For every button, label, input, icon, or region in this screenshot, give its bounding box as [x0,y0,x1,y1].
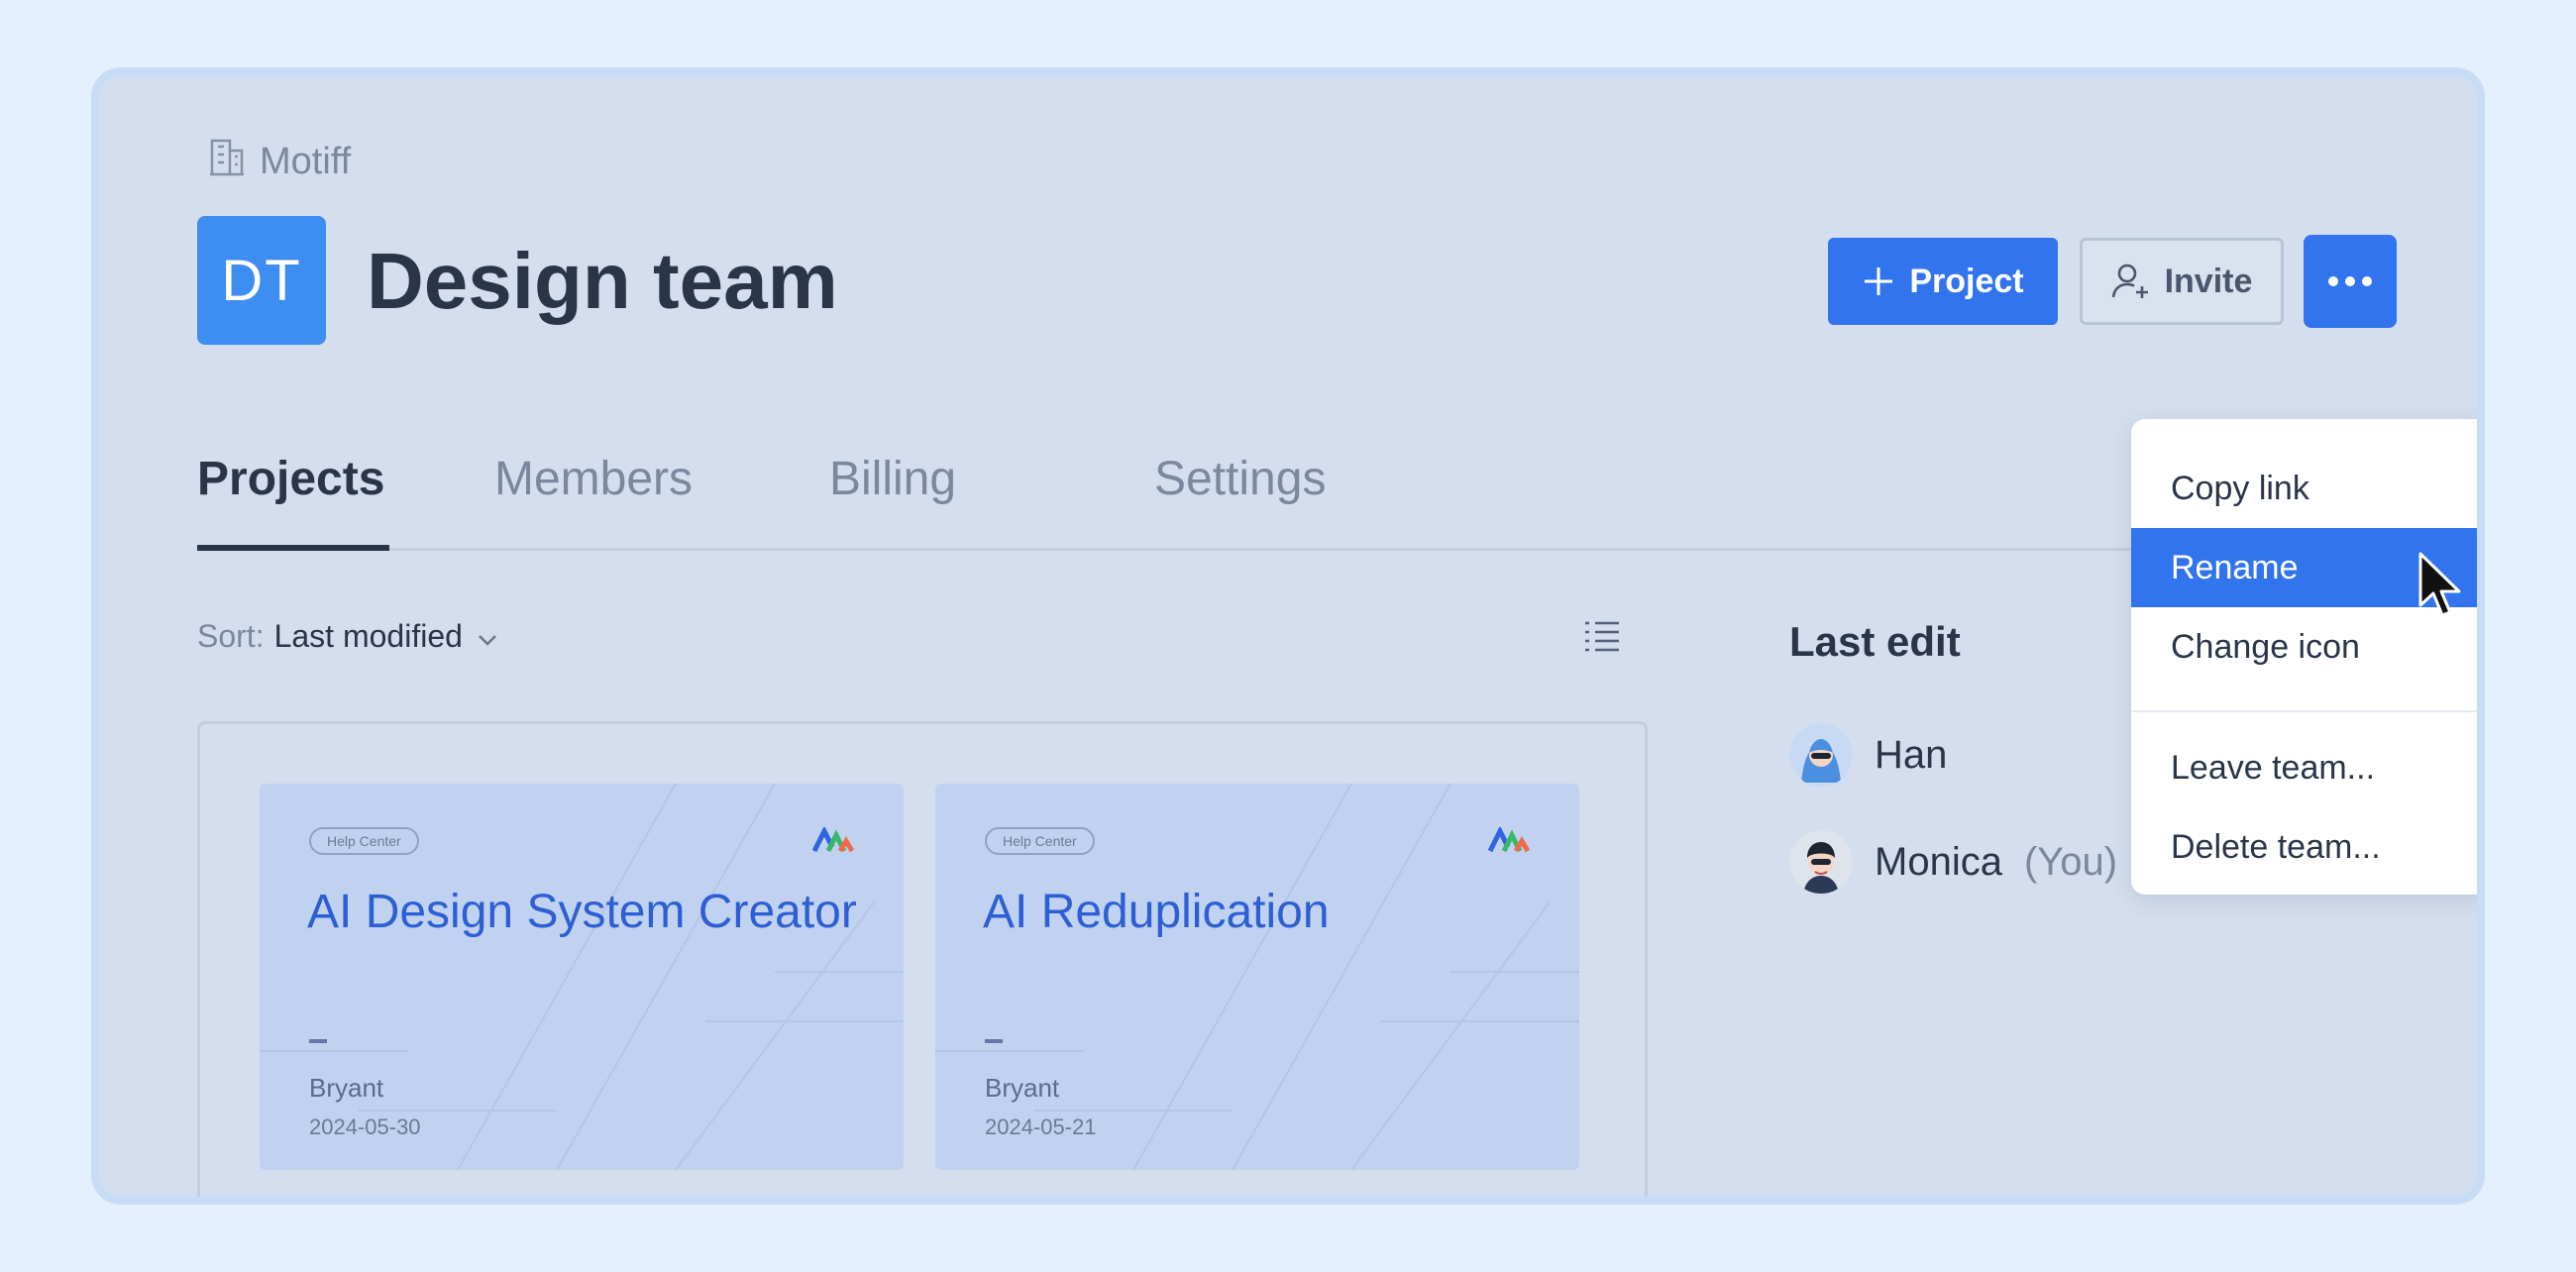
more-dots-icon [2327,275,2373,287]
building-icon [208,137,246,186]
tab-billing[interactable]: Billing [829,452,956,506]
org-name: Motiff [260,140,352,182]
new-project-label: Project [1909,262,2024,300]
invite-label: Invite [2164,262,2253,300]
editor-item: Han [1789,723,1947,787]
chevron-down-icon [477,618,498,655]
mouse-pointer-icon [2417,551,2461,625]
add-user-icon [2111,263,2151,300]
menu-divider [2131,710,2477,712]
card-tag: Help Center [985,827,1095,855]
tab-projects[interactable]: Projects [197,452,384,506]
sort-value: Last modified [273,618,463,654]
team-options-menu: Copy link Rename Change icon Leave team.… [2131,419,2477,895]
new-project-button[interactable]: Project [1828,238,2058,325]
tab-members[interactable]: Members [494,452,693,506]
avatar [1789,830,1853,894]
card-author: Bryant [985,1073,1060,1103]
team-page: Motiff DT Design team Project Invite Pro… [91,67,2485,1205]
invite-button[interactable]: Invite [2080,238,2284,325]
card-divider [985,1039,1003,1043]
sort-label: Sort: [197,618,265,654]
menu-item-leave-team[interactable]: Leave team... [2131,728,2477,807]
page-title: Design team [367,237,838,325]
card-divider [309,1039,327,1043]
card-author: Bryant [309,1073,384,1103]
active-tab-indicator [197,545,389,551]
menu-item-copy-link[interactable]: Copy link [2131,449,2477,528]
editor-you-label: (You) [2023,839,2118,884]
card-date: 2024-05-21 [985,1114,1097,1139]
motiff-logo-icon [811,825,855,858]
project-grid: Help Center AI Design System Creator Bry… [197,721,1648,1197]
menu-item-delete-team[interactable]: Delete team... [2131,807,2477,887]
sort-control: Sort: Last modified [197,618,498,655]
last-edit-title: Last edit [1789,618,1961,665]
plus-icon [1862,265,1895,298]
list-view-icon[interactable] [1583,618,1621,661]
card-tag: Help Center [309,827,419,855]
more-options-button[interactable] [2304,235,2397,328]
editor-name: Monica [1875,839,2002,884]
project-card[interactable]: Help Center AI Design System Creator Bry… [260,784,904,1170]
editor-item: Monica (You) [1789,830,2117,894]
card-title: AI Reduplication [983,886,1330,938]
card-date: 2024-05-30 [309,1114,421,1139]
tab-settings[interactable]: Settings [1154,452,1326,506]
card-title: AI Design System Creator [307,886,857,938]
project-card[interactable]: Help Center AI Reduplication Bryant 2024… [935,784,1579,1170]
motiff-logo-icon [1487,825,1531,858]
team-avatar: DT [197,216,326,345]
sort-dropdown[interactable]: Last modified [274,618,498,655]
org-breadcrumb[interactable]: Motiff [208,137,351,186]
editor-name: Han [1875,732,1948,777]
tab-bar: Projects Members Billing Settings [197,452,2218,551]
avatar [1789,723,1853,787]
